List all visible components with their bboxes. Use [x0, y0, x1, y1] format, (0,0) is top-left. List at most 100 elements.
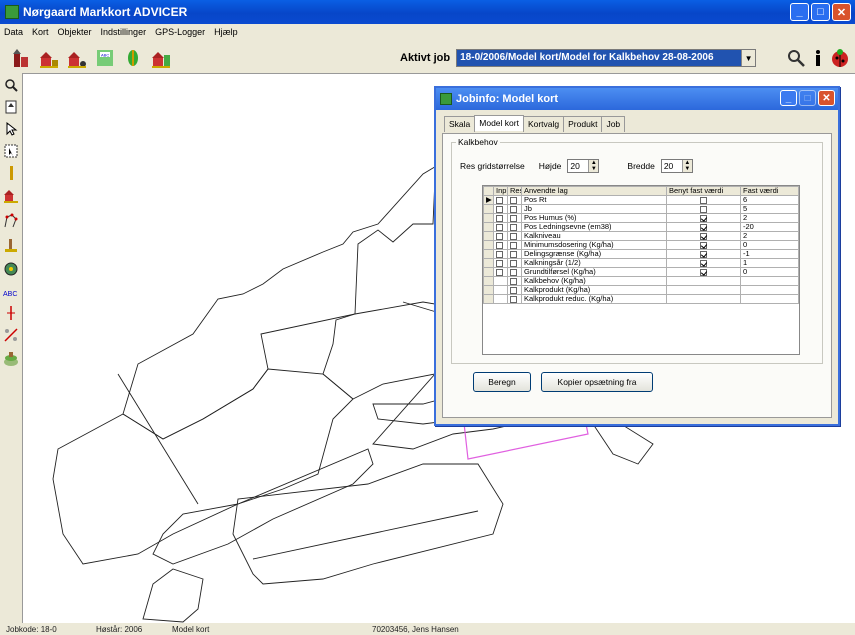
menu-gps-logger[interactable]: GPS-Logger	[155, 27, 205, 37]
table-row[interactable]: ▶ Pos Rt 6	[483, 195, 799, 205]
res-cell[interactable]	[507, 267, 522, 277]
inp-cell[interactable]	[493, 276, 508, 286]
fixed-value-cell[interactable]: 2	[740, 213, 799, 223]
use-fixed-cell[interactable]	[666, 231, 741, 241]
zoom-icon[interactable]	[785, 47, 807, 69]
inp-cell[interactable]	[493, 222, 508, 232]
tab-skala[interactable]: Skala	[444, 116, 476, 132]
fixed-value-cell[interactable]: 5	[740, 204, 799, 214]
use-fixed-cell[interactable]	[666, 285, 741, 295]
inp-checkbox[interactable]	[496, 259, 503, 267]
select-area-icon[interactable]	[3, 143, 19, 159]
gear-tractor-icon[interactable]	[3, 261, 19, 277]
inp-cell[interactable]	[493, 285, 508, 295]
inp-cell[interactable]	[493, 258, 508, 268]
inp-cell[interactable]	[493, 195, 508, 205]
sampling-icon[interactable]	[3, 237, 19, 253]
dialog-close-button[interactable]: ✕	[818, 90, 835, 106]
res-checkbox[interactable]	[510, 214, 517, 222]
use-fixed-cell[interactable]	[666, 222, 741, 232]
point-icon[interactable]	[3, 305, 19, 321]
fixed-value-cell[interactable]: 1	[740, 258, 799, 268]
use-fixed-cell[interactable]	[666, 267, 741, 277]
use-fixed-checkbox[interactable]	[700, 223, 707, 231]
use-fixed-checkbox[interactable]	[700, 232, 707, 240]
dialog-minimize-button[interactable]: _	[780, 90, 797, 106]
table-row[interactable]: Kalkprodukt (Kg/ha)	[483, 285, 799, 295]
fixed-value-cell[interactable]	[740, 276, 799, 286]
inp-cell[interactable]	[493, 213, 508, 223]
menu-kort[interactable]: Kort	[32, 27, 49, 37]
close-button[interactable]: ✕	[832, 3, 851, 21]
inp-checkbox[interactable]	[496, 223, 503, 231]
table-row[interactable]: Grundtilførsel (Kg/ha) 0	[483, 267, 799, 277]
use-fixed-cell[interactable]	[666, 276, 741, 286]
table-row[interactable]: Kalkniveau 2	[483, 231, 799, 241]
res-cell[interactable]	[507, 240, 522, 250]
table-row[interactable]: Pos Humus (%) 2	[483, 213, 799, 223]
fixed-value-cell[interactable]: 2	[740, 231, 799, 241]
farm-icon[interactable]	[10, 47, 32, 69]
tab-model-kort[interactable]: Model kort	[474, 115, 524, 131]
use-fixed-checkbox[interactable]	[700, 214, 707, 222]
res-checkbox[interactable]	[510, 205, 517, 213]
use-fixed-cell[interactable]	[666, 258, 741, 268]
fixed-value-cell[interactable]: 0	[740, 267, 799, 277]
inp-checkbox[interactable]	[496, 232, 503, 240]
fixed-value-cell[interactable]	[740, 294, 799, 304]
res-checkbox[interactable]	[510, 259, 517, 267]
width-value[interactable]: 20	[662, 160, 682, 172]
width-stepper[interactable]: 20 ▲ ▼	[660, 159, 693, 173]
table-row[interactable]: Minimumsdosering (Kg/ha) 0	[483, 240, 799, 250]
pan-icon[interactable]	[3, 99, 19, 115]
use-fixed-cell[interactable]	[666, 195, 741, 205]
active-job-select[interactable]: 18-0/2006/Model kort/Model for Kalkbehov…	[456, 49, 757, 67]
height-spin-buttons[interactable]: ▲ ▼	[588, 160, 599, 172]
use-fixed-checkbox[interactable]	[700, 241, 707, 249]
res-checkbox[interactable]	[510, 223, 517, 231]
chevron-down-icon[interactable]: ▼	[741, 50, 756, 66]
res-cell[interactable]	[507, 249, 522, 259]
field-map-icon[interactable]	[150, 47, 172, 69]
res-cell[interactable]	[507, 294, 522, 304]
res-checkbox[interactable]	[510, 241, 517, 249]
table-row[interactable]: Delingsgrænse (Kg/ha) -1	[483, 249, 799, 259]
dialog-title-bar[interactable]: Jobinfo: Model kort _ □ ✕	[436, 88, 838, 110]
barn-icon[interactable]	[38, 47, 60, 69]
res-cell[interactable]	[507, 285, 522, 295]
menu-data[interactable]: Data	[4, 27, 23, 37]
menu-hjaelp[interactable]: Hjælp	[214, 27, 238, 37]
table-row[interactable]: Kalkningsår (1/2) 1	[483, 258, 799, 268]
table-row[interactable]: Kalkprodukt reduc. (Kg/ha)	[483, 294, 799, 304]
menu-indstillinger[interactable]: Indstillinger	[101, 27, 147, 37]
barn-small-icon[interactable]	[3, 187, 19, 203]
inp-checkbox[interactable]	[496, 214, 503, 222]
fixed-value-cell[interactable]: 6	[740, 195, 799, 205]
inp-checkbox[interactable]	[496, 268, 503, 276]
use-fixed-checkbox[interactable]	[700, 205, 707, 213]
use-fixed-checkbox[interactable]	[700, 250, 707, 258]
minimize-button[interactable]: _	[790, 3, 809, 21]
inp-cell[interactable]	[493, 231, 508, 241]
use-fixed-cell[interactable]	[666, 249, 741, 259]
use-fixed-checkbox[interactable]	[700, 259, 707, 267]
fixed-value-cell[interactable]: 0	[740, 240, 799, 250]
res-checkbox[interactable]	[510, 286, 517, 294]
inp-cell[interactable]	[493, 249, 508, 259]
text-label-icon[interactable]: ABC	[3, 285, 19, 301]
line-icon[interactable]	[3, 165, 19, 181]
fixed-value-cell[interactable]	[740, 285, 799, 295]
maximize-button[interactable]: □	[811, 3, 830, 21]
use-fixed-checkbox[interactable]	[700, 196, 707, 204]
use-fixed-cell[interactable]	[666, 204, 741, 214]
height-stepper[interactable]: 20 ▲ ▼	[567, 159, 600, 173]
info-icon[interactable]	[807, 47, 829, 69]
res-checkbox[interactable]	[510, 268, 517, 276]
inp-cell[interactable]	[493, 294, 508, 304]
tab-kortvalg[interactable]: Kortvalg	[522, 116, 565, 132]
ladybug-icon[interactable]	[829, 47, 851, 69]
table-row[interactable]: Jb 5	[483, 204, 799, 214]
res-checkbox[interactable]	[510, 277, 517, 285]
inp-checkbox[interactable]	[496, 241, 503, 249]
res-cell[interactable]	[507, 222, 522, 232]
